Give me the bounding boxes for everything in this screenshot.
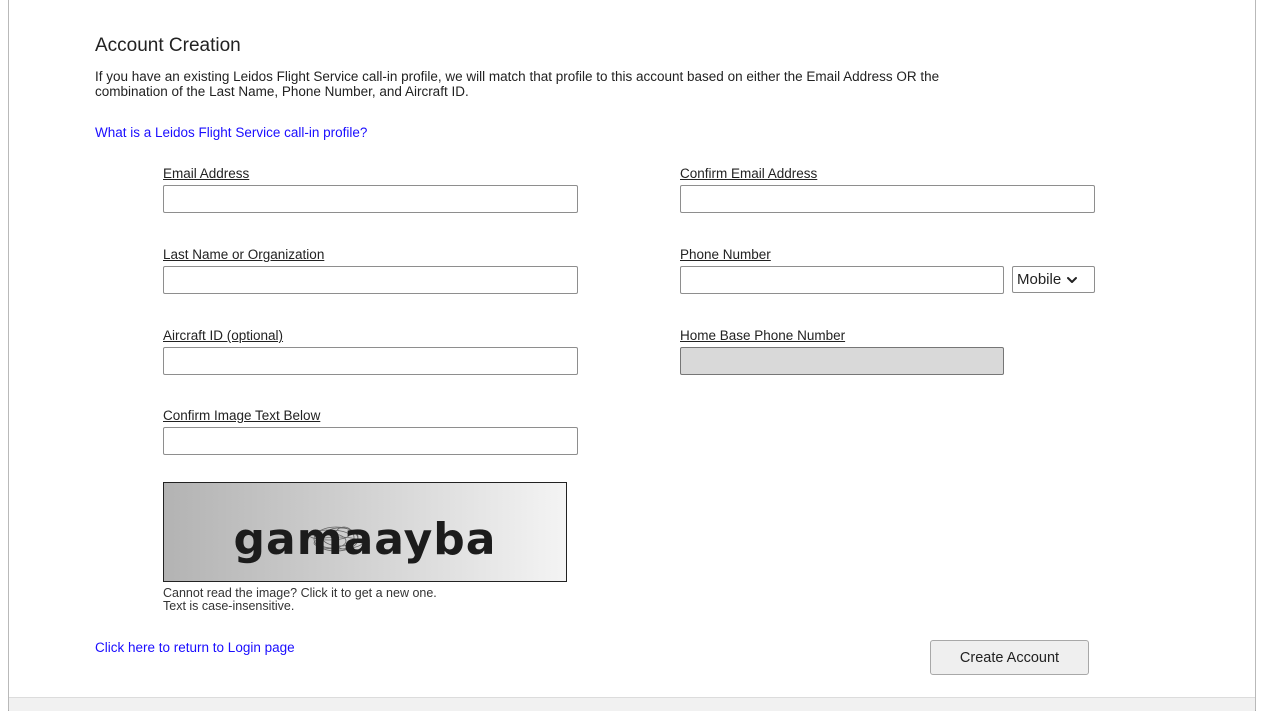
email-input[interactable] bbox=[163, 185, 578, 213]
captcha-graphic: gamaayba bbox=[234, 514, 497, 565]
home-base-phone-label: Home Base Phone Number bbox=[680, 328, 846, 343]
footer-strip bbox=[9, 697, 1255, 711]
confirm-email-input[interactable] bbox=[680, 185, 1095, 213]
captcha-help-line-2: Text is case-insensitive. bbox=[163, 599, 295, 613]
home-base-phone-input bbox=[680, 347, 1004, 375]
phone-number-label: Phone Number bbox=[680, 247, 771, 262]
page-title: Account Creation bbox=[95, 35, 241, 56]
captcha-image[interactable]: gamaayba bbox=[163, 482, 567, 582]
last-name-input[interactable] bbox=[163, 266, 578, 294]
aircraft-id-label: Aircraft ID (optional) bbox=[163, 328, 284, 343]
captcha-help: Cannot read the image? Click it to get a… bbox=[163, 587, 437, 613]
intro-text: If you have an existing Leidos Flight Se… bbox=[95, 69, 1125, 99]
captcha-text: gamaayba bbox=[234, 514, 497, 565]
aircraft-id-input[interactable] bbox=[163, 347, 578, 375]
phone-type-select[interactable]: Mobile bbox=[1012, 266, 1095, 293]
phone-type-value: Mobile bbox=[1017, 271, 1062, 288]
email-label: Email Address bbox=[163, 166, 250, 181]
phone-number-input[interactable] bbox=[680, 266, 1004, 294]
chevron-down-icon bbox=[1067, 276, 1078, 283]
intro-line-2: combination of the Last Name, Phone Numb… bbox=[95, 84, 469, 99]
confirm-email-label: Confirm Email Address bbox=[680, 166, 818, 181]
intro-line-1: If you have an existing Leidos Flight Se… bbox=[95, 69, 940, 84]
profile-help-link[interactable]: What is a Leidos Flight Service call-in … bbox=[95, 125, 367, 140]
create-account-button[interactable]: Create Account bbox=[930, 640, 1089, 675]
captcha-input[interactable] bbox=[163, 427, 578, 455]
captcha-label: Confirm Image Text Below bbox=[163, 408, 321, 423]
return-to-login-link[interactable]: Click here to return to Login page bbox=[95, 640, 295, 655]
last-name-label: Last Name or Organization bbox=[163, 247, 325, 262]
